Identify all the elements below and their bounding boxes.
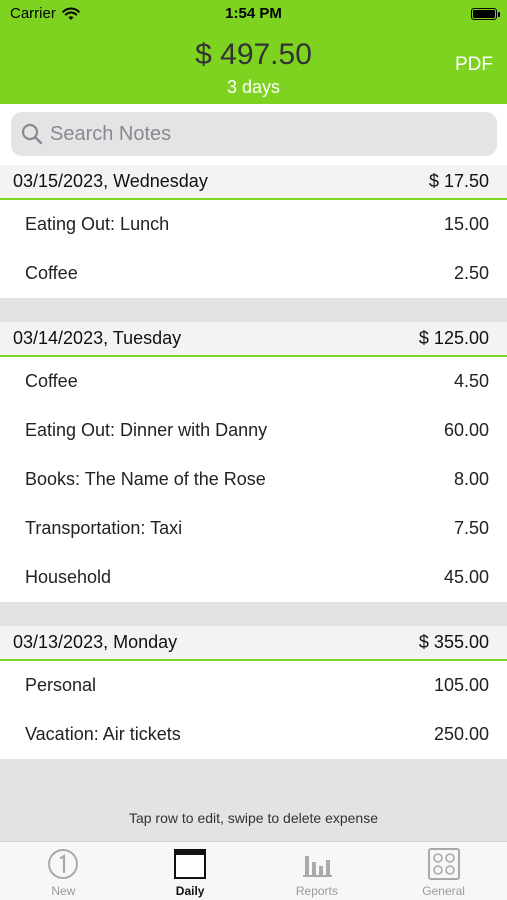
tab-label: General [422, 884, 465, 898]
summary-header: $ 497.50 3 days PDF [0, 28, 507, 104]
section-gap [0, 602, 507, 626]
expense-row[interactable]: Household 45.00 [0, 553, 507, 602]
expense-amount: 250.00 [433, 724, 489, 744]
day-header: 03/15/2023, Wednesday $ 17.50 [0, 165, 507, 200]
tab-new[interactable]: New [0, 842, 127, 900]
grand-total: $ 497.50 [195, 38, 312, 71]
tab-label: Reports [295, 884, 338, 898]
tab-bar: New Daily Reports General [0, 841, 507, 900]
expense-row[interactable]: Personal 105.00 [0, 661, 507, 710]
calendar-page-icon [174, 849, 207, 879]
day-total: $ 17.50 [428, 171, 489, 191]
settings-grid-icon [427, 848, 460, 880]
expense-amount: 2.50 [453, 263, 489, 283]
expense-label: Coffee [25, 371, 78, 391]
expense-row[interactable]: Books: The Name of the Rose 8.00 [0, 455, 507, 504]
expense-amount: 45.00 [443, 567, 489, 587]
expense-row[interactable]: Transportation: Taxi 7.50 [0, 504, 507, 553]
tab-general[interactable]: General [380, 842, 507, 900]
day-date: 03/13/2023, Monday [13, 632, 178, 652]
tab-daily[interactable]: Daily [127, 842, 254, 900]
circled-one-icon [48, 849, 79, 879]
expense-label: Transportation: Taxi [25, 518, 183, 538]
section-gap [0, 298, 507, 322]
search-icon [21, 123, 43, 145]
status-bar: Carrier 1:54 PM [0, 0, 507, 28]
status-time: 1:54 PM [225, 5, 282, 22]
bar-chart-icon [302, 856, 332, 877]
day-header: 03/14/2023, Tuesday $ 125.00 [0, 322, 507, 357]
expense-amount: 7.50 [453, 518, 489, 538]
expense-amount: 105.00 [433, 675, 489, 695]
expense-label: Eating Out: Lunch [25, 214, 170, 234]
expense-amount: 15.00 [443, 214, 489, 234]
expense-label: Household [25, 567, 112, 587]
expense-label: Books: The Name of the Rose [25, 469, 266, 489]
search-container [0, 104, 507, 165]
expense-row[interactable]: Eating Out: Dinner with Danny 60.00 [0, 406, 507, 455]
search-input[interactable] [50, 122, 450, 146]
expense-label: Personal [25, 675, 97, 695]
expense-label: Eating Out: Dinner with Danny [25, 420, 268, 440]
days-count: 3 days [226, 77, 281, 97]
expense-row[interactable]: Vacation: Air tickets 250.00 [0, 710, 507, 759]
expense-row[interactable]: Coffee 2.50 [0, 249, 507, 298]
expense-row[interactable]: Coffee 4.50 [0, 357, 507, 406]
expense-label: Vacation: Air tickets [25, 724, 181, 744]
tab-label: Daily [175, 884, 205, 898]
pdf-button[interactable]: PDF [455, 54, 493, 76]
tab-reports[interactable]: Reports [254, 842, 381, 900]
expense-row[interactable]: Eating Out: Lunch 15.00 [0, 200, 507, 249]
day-header: 03/13/2023, Monday $ 355.00 [0, 626, 507, 661]
battery-icon [471, 8, 500, 20]
day-total: $ 125.00 [418, 328, 489, 348]
expense-amount: 4.50 [453, 371, 489, 391]
expense-amount: 8.00 [453, 469, 489, 489]
day-date: 03/15/2023, Wednesday [13, 171, 208, 191]
expense-amount: 60.00 [443, 420, 489, 440]
day-total: $ 355.00 [418, 632, 489, 652]
tab-label: New [51, 884, 76, 898]
footer-hint: Tap row to edit, swipe to delete expense [128, 810, 379, 826]
expense-label: Coffee [25, 263, 78, 283]
search-bar[interactable] [11, 112, 497, 156]
expense-list: 03/15/2023, Wednesday $ 17.50 Eating Out… [0, 165, 507, 759]
day-date: 03/14/2023, Tuesday [13, 328, 182, 348]
